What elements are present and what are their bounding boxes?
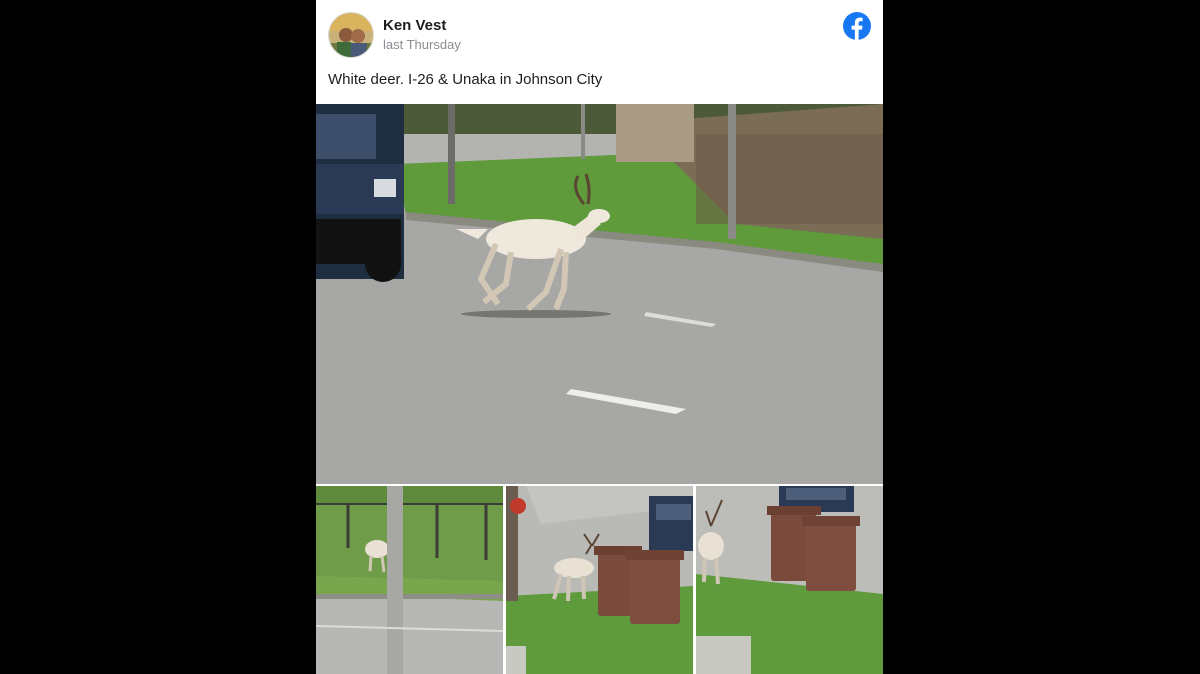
facebook-post-card: Ken Vest last Thursday White deer. I-26 …	[316, 0, 883, 674]
post-caption: White deer. I-26 & Unaka in Johnson City	[328, 71, 603, 88]
photo-main[interactable]	[316, 104, 883, 484]
post-header: Ken Vest last Thursday White deer. I-26 …	[316, 0, 883, 104]
post-timestamp[interactable]: last Thursday	[383, 37, 461, 52]
author-avatar[interactable]	[328, 12, 374, 58]
photo-thumbnail-3[interactable]	[696, 486, 883, 674]
facebook-icon[interactable]	[843, 12, 871, 40]
photo-thumbnail-1[interactable]	[316, 486, 503, 674]
author-name[interactable]: Ken Vest	[383, 17, 446, 34]
photo-thumbnail-2[interactable]	[506, 486, 693, 674]
